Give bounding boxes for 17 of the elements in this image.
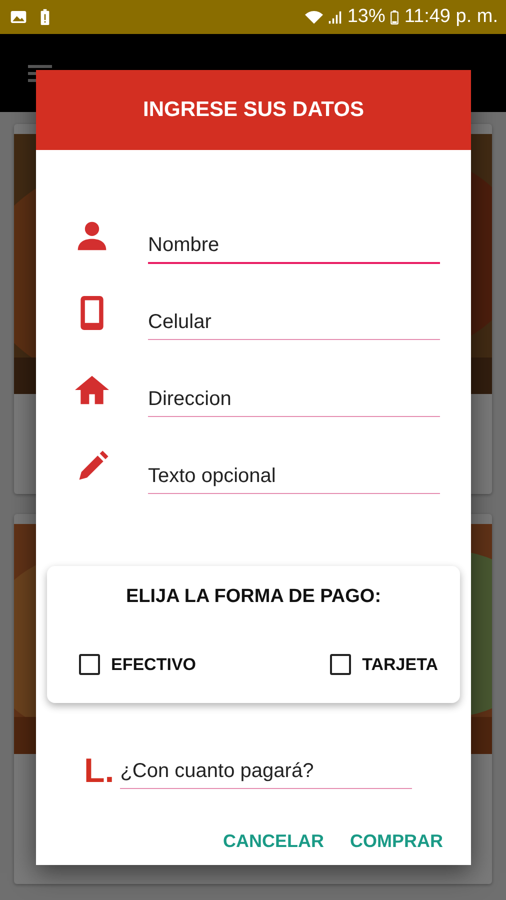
- input-field[interactable]: Direccion: [148, 384, 440, 417]
- input-field[interactable]: Texto opcional: [148, 461, 440, 494]
- payment-checkbox[interactable]: EFECTIVO: [79, 654, 196, 675]
- image-icon: [10, 10, 27, 24]
- battery-icon: [390, 10, 400, 24]
- payment-title: ELIJA LA FORMA DE PAGO:: [124, 586, 382, 608]
- battery-percent: 13%: [347, 6, 386, 28]
- battery-alert-icon: [40, 8, 50, 26]
- wifi-icon: [305, 10, 324, 24]
- clock: 11:49 p. m.: [404, 6, 498, 28]
- signal-icon: [328, 10, 342, 24]
- payment-checkbox[interactable]: TARJETA: [330, 654, 438, 675]
- input-field[interactable]: Celular: [148, 307, 440, 340]
- amount-field[interactable]: ¿Con cuanto pagará?: [120, 756, 412, 789]
- dialog-title: INGRESE SUS DATOS: [36, 70, 471, 150]
- currency-label: L.: [84, 753, 114, 789]
- input-field[interactable]: Nombre: [148, 230, 440, 264]
